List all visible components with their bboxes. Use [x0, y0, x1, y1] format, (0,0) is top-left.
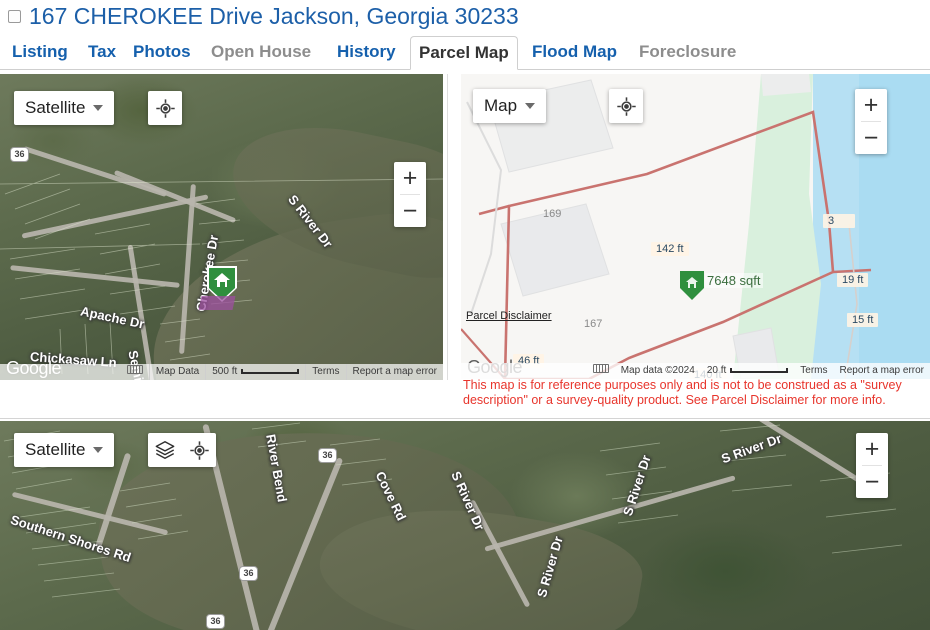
zoom-out-button-bottom[interactable]: − [856, 466, 888, 498]
report-error-link-right[interactable]: Report a map error [834, 363, 930, 379]
zoom-out-button-right[interactable]: − [855, 122, 887, 154]
crosshair-icon [148, 91, 182, 125]
tab-listing[interactable]: Listing [4, 36, 76, 69]
map-type-label-bottom: Satellite [25, 440, 86, 459]
zoom-out-button-left[interactable]: − [394, 195, 426, 227]
parcel-number-167: 167 [584, 318, 603, 330]
zoom-in-button-bottom[interactable]: + [856, 433, 888, 465]
chevron-down-icon [93, 447, 104, 453]
tab-photos[interactable]: Photos [125, 36, 199, 69]
map-type-button-left[interactable]: Satellite [14, 91, 115, 125]
dimension-label-east-lower: 15 ft [847, 313, 879, 327]
satellite-map-bottom[interactable]: 36 36 36 Southern Shores Rd Cove Rd Rive… [0, 421, 930, 630]
parcel-disclaimer-link-right[interactable]: Parcel Disclaimer [466, 310, 552, 322]
page-title: 167 CHEROKEE Drive Jackson, Georgia 3023… [29, 3, 519, 29]
highlighted-parcel-overlay [198, 296, 236, 310]
tab-open-house[interactable]: Open House [203, 36, 319, 69]
highway-shield-36-c: 36 [206, 614, 225, 629]
chevron-down-icon [93, 105, 104, 111]
locate-button-right[interactable] [609, 89, 643, 123]
attribution-bar-right: Map data ©2024 20 ft Terms Report a map … [461, 363, 930, 379]
zoom-controls-bottom[interactable]: + − [856, 433, 888, 498]
highway-shield-36-b: 36 [239, 566, 258, 581]
map-type-label-right: Map [484, 96, 518, 115]
keyboard-shortcuts-icon[interactable] [121, 364, 149, 380]
zoom-controls-right[interactable]: + − [855, 89, 887, 154]
zoom-in-button-right[interactable]: + [855, 89, 887, 121]
map-tools-bottom[interactable] [148, 433, 216, 467]
tab-foreclosure[interactable]: Foreclosure [631, 36, 744, 69]
attribution-bar-left: Map Data 500 ft Terms Report a map error [0, 364, 443, 380]
highway-shield-36-a: 36 [318, 448, 337, 463]
panel-divider-vertical [447, 74, 448, 380]
dimension-label-east-upper: 19 ft [837, 273, 869, 287]
zoom-in-button-left[interactable]: + [394, 162, 426, 194]
parcel-map-right[interactable]: 169 167 142 ft 19 ft 15 ft 46 ft 140 ft … [461, 74, 930, 379]
layers-icon[interactable] [148, 433, 182, 467]
crosshair-icon[interactable] [182, 433, 216, 467]
scale-indicator-left: 500 ft [205, 364, 305, 380]
dimension-label-north: 142 ft [651, 242, 689, 256]
keyboard-shortcuts-icon[interactable] [587, 363, 615, 379]
satellite-map-left[interactable]: 36 Apache Dr Chickasaw Ln Seminole Ave C… [0, 74, 443, 380]
report-error-link-left[interactable]: Report a map error [345, 364, 443, 380]
property-area-marker-icon[interactable] [679, 270, 705, 301]
select-listing-checkbox[interactable] [8, 10, 21, 23]
dimension-label-northeast: 3 [823, 214, 855, 228]
map-type-label: Satellite [25, 98, 86, 117]
map-type-button-right[interactable]: Map [473, 89, 547, 123]
highway-shield-36: 36 [10, 147, 29, 162]
parcel-number-169: 169 [543, 208, 562, 220]
tab-history[interactable]: History [329, 36, 404, 69]
section-divider [0, 418, 930, 419]
tab-flood-map[interactable]: Flood Map [524, 36, 625, 69]
map-data-label-right: Map data ©2024 [620, 365, 695, 376]
map-type-button-bottom[interactable]: Satellite [14, 433, 115, 467]
scale-indicator-right: 20 ft [701, 363, 794, 379]
page-header: 167 CHEROKEE Drive Jackson, Georgia 3023… [0, 0, 930, 34]
tab-parcel-map[interactable]: Parcel Map [410, 36, 518, 70]
parcel-area-label: 7648 sqft [705, 273, 763, 288]
lot-lines-bottom [3, 422, 903, 598]
terms-link-left[interactable]: Terms [305, 364, 345, 380]
terms-link-right[interactable]: Terms [794, 363, 833, 379]
map-data-label[interactable]: Map Data [148, 364, 205, 380]
chevron-down-icon [525, 103, 536, 109]
zoom-controls-left[interactable]: + − [394, 162, 426, 227]
tab-bar: Listing Tax Photos Open House History Pa… [0, 36, 930, 70]
tab-tax[interactable]: Tax [80, 36, 124, 69]
crosshair-icon [609, 89, 643, 123]
map-reference-disclaimer: This map is for reference purposes only … [463, 378, 902, 407]
locate-button-left[interactable] [148, 91, 182, 125]
